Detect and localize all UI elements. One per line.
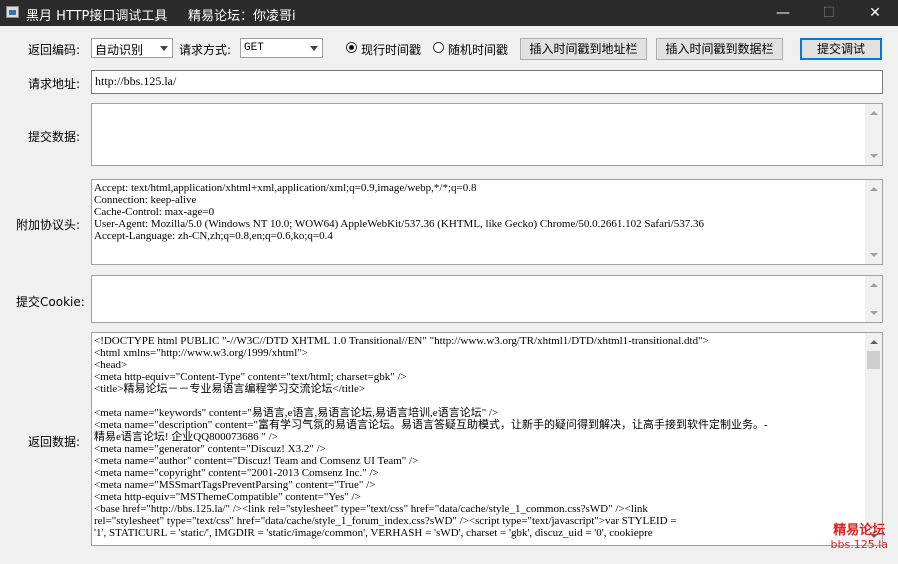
post-data-textarea[interactable] xyxy=(91,103,883,166)
response-value: <!DOCTYPE html PUBLIC "-//W3C//DTD XHTML… xyxy=(94,335,768,539)
close-button[interactable]: ✕ xyxy=(852,0,898,26)
radio-unselected-icon xyxy=(433,42,444,53)
response-scrollbar[interactable] xyxy=(865,333,882,545)
submit-button[interactable]: 提交调试 xyxy=(800,38,882,60)
encoding-label: 返回编码: xyxy=(28,43,81,57)
method-select[interactable]: GET xyxy=(240,38,323,58)
chevron-down-icon xyxy=(156,39,172,57)
url-input[interactable]: http://bbs.125.la/ xyxy=(91,70,883,94)
scroll-up-icon[interactable] xyxy=(865,104,882,121)
chevron-down-icon xyxy=(306,39,322,57)
cookie-value xyxy=(92,276,882,278)
headers-textarea[interactable]: Accept: text/html,application/xhtml+xml,… xyxy=(91,179,883,265)
scroll-up-icon[interactable] xyxy=(865,333,882,350)
radio-current-label: 现行时间戳 xyxy=(361,43,422,57)
post-data-scrollbar[interactable] xyxy=(865,104,882,165)
watermark-line2: bbs.125.la xyxy=(830,538,888,551)
title-bar: 黑月 HTTP接口调试工具 精易论坛：你凌哥i — ☐ ✕ xyxy=(0,0,898,26)
insert-timestamp-data-button[interactable]: 插入时间戳到数据栏 xyxy=(656,38,783,60)
headers-label: 附加协议头: xyxy=(16,218,81,232)
response-label: 返回数据: xyxy=(28,435,81,449)
app-icon xyxy=(6,6,19,18)
post-data-value xyxy=(92,104,882,106)
url-label: 请求地址: xyxy=(28,77,81,91)
radio-random-label: 随机时间戳 xyxy=(448,43,509,57)
scroll-down-icon[interactable] xyxy=(865,148,882,165)
headers-value: Accept: text/html,application/xhtml+xml,… xyxy=(94,182,704,242)
watermark-logo: 精易论坛 bbs.125.la xyxy=(831,524,888,552)
radio-selected-icon xyxy=(346,42,357,53)
cookie-scrollbar[interactable] xyxy=(865,276,882,322)
post-data-label: 提交数据: xyxy=(28,130,81,144)
minimize-button[interactable]: — xyxy=(760,0,806,26)
watermark-line1: 精易论坛 xyxy=(833,523,886,538)
headers-scrollbar[interactable] xyxy=(865,180,882,264)
response-textarea[interactable]: <!DOCTYPE html PUBLIC "-//W3C//DTD XHTML… xyxy=(91,332,883,546)
maximize-button: ☐ xyxy=(822,5,836,21)
scroll-up-icon[interactable] xyxy=(865,276,882,293)
cookie-textarea[interactable] xyxy=(91,275,883,323)
cookie-label: 提交Cookie: xyxy=(16,295,85,309)
method-label: 请求方式: xyxy=(179,43,232,57)
scroll-thumb[interactable] xyxy=(867,351,880,369)
url-value: http://bbs.125.la/ xyxy=(95,74,177,88)
scroll-down-icon[interactable] xyxy=(865,247,882,264)
window-title: 黑月 HTTP接口调试工具 精易论坛：你凌哥i xyxy=(26,9,296,24)
scroll-down-icon[interactable] xyxy=(865,305,882,322)
scroll-up-icon[interactable] xyxy=(865,180,882,197)
insert-timestamp-url-button[interactable]: 插入时间戳到地址栏 xyxy=(520,38,647,60)
method-value: GET xyxy=(244,42,264,54)
encoding-value: 自动识别 xyxy=(95,43,144,57)
encoding-select[interactable]: 自动识别 xyxy=(91,38,173,58)
